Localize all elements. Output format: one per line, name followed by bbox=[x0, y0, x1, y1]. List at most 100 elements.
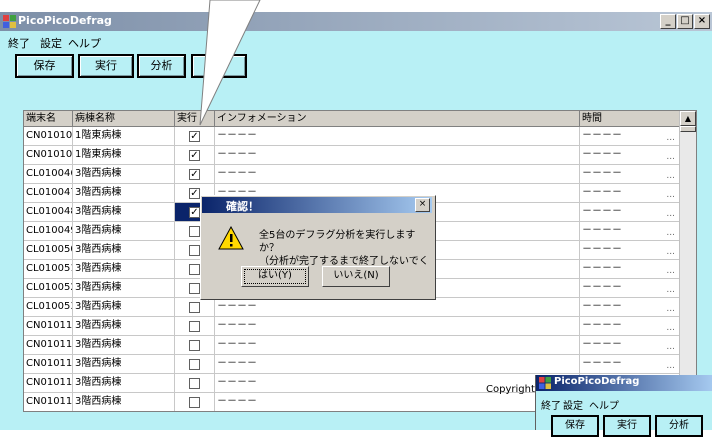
menu-exit[interactable]: 終了 bbox=[8, 35, 30, 51]
table-row[interactable]: CL010053 3階西病棟 －－－－ －－－－... bbox=[24, 298, 696, 317]
cell-terminal-name: CN010105 bbox=[24, 146, 73, 164]
cell-terminal-name: CN010115 bbox=[24, 317, 73, 335]
second-save-button[interactable]: 保存 bbox=[551, 415, 599, 437]
cell-execute bbox=[175, 374, 215, 392]
time-ellipsis: ... bbox=[666, 190, 675, 200]
table-row[interactable]: CN0101041階東病棟 ✓ －－－－－－－－... bbox=[24, 127, 696, 146]
cell-ward-name: 3階西病棟 bbox=[73, 184, 175, 202]
table-row[interactable]: CN0101173階西病棟 －－－－－－－－... bbox=[24, 355, 696, 374]
execute-checkbox[interactable]: ✓ bbox=[189, 207, 200, 218]
run-button[interactable]: 実行 bbox=[78, 54, 134, 78]
time-ellipsis: ... bbox=[666, 323, 675, 333]
execute-checkbox[interactable] bbox=[189, 302, 200, 313]
cell-execute: ✓ bbox=[175, 165, 215, 183]
cell-terminal-name: CL010049 bbox=[24, 222, 73, 240]
vertical-scrollbar[interactable]: ▲ bbox=[679, 111, 696, 411]
table-row[interactable]: CN0101163階西病棟 －－－－－－－－... bbox=[24, 336, 696, 355]
cell-ward-name: 3階西病棟 bbox=[73, 222, 175, 240]
cell-terminal-name: CN010117 bbox=[24, 355, 73, 373]
cell-ward-name: 3階西病棟 bbox=[73, 355, 175, 373]
no-button[interactable]: いいえ(N) bbox=[322, 266, 390, 287]
cell-terminal-name: CL010053 bbox=[24, 298, 73, 316]
time-ellipsis: ... bbox=[666, 152, 675, 162]
second-menu-exit[interactable]: 終了 bbox=[541, 397, 561, 412]
scroll-up-icon[interactable]: ▲ bbox=[680, 111, 696, 126]
cell-time: －－－－... bbox=[580, 355, 680, 373]
cell-terminal-name: CL010046 bbox=[24, 165, 73, 183]
execute-checkbox[interactable]: ✓ bbox=[189, 131, 200, 142]
cell-information: －－－－ bbox=[215, 393, 580, 411]
cell-terminal-name: CL010051 bbox=[24, 260, 73, 278]
second-analyze-button[interactable]: 分析 bbox=[655, 415, 703, 437]
execute-checkbox[interactable] bbox=[189, 264, 200, 275]
second-run-button[interactable]: 実行 bbox=[603, 415, 651, 437]
cell-time: －－－－... bbox=[580, 184, 680, 202]
time-value: －－－－ bbox=[582, 149, 622, 160]
second-window: PicoPicoDefrag 終了 設定 ヘルプ 保存 実行 分析 bbox=[535, 375, 712, 437]
cell-information: －－－－ bbox=[215, 317, 580, 335]
cell-ward-name: 3階西病棟 bbox=[73, 203, 175, 221]
time-value: －－－－ bbox=[582, 358, 622, 369]
execute-checkbox[interactable]: ✓ bbox=[189, 188, 200, 199]
maximize-button[interactable]: □ bbox=[677, 14, 693, 29]
execute-checkbox[interactable] bbox=[189, 321, 200, 332]
yes-button[interactable]: はい(Y) bbox=[241, 266, 309, 287]
dialog-title: 確認！ bbox=[226, 200, 259, 213]
cell-time: －－－－... bbox=[580, 203, 680, 221]
cell-information: －－－－ bbox=[215, 298, 580, 316]
execute-checkbox[interactable]: ✓ bbox=[189, 150, 200, 161]
second-menu-settings[interactable]: 設定 bbox=[563, 397, 583, 412]
time-value: －－－－ bbox=[582, 244, 622, 255]
cell-information: －－－－ bbox=[215, 127, 580, 145]
time-ellipsis: ... bbox=[666, 171, 675, 181]
execute-checkbox[interactable] bbox=[189, 378, 200, 389]
table-row[interactable]: CN0101051階東病棟 ✓ －－－－－－－－... bbox=[24, 146, 696, 165]
scroll-thumb[interactable] bbox=[680, 126, 696, 132]
table-row[interactable]: CN0101153階西病棟 －－－－－－－－... bbox=[24, 317, 696, 336]
cell-information: －－－－ bbox=[215, 146, 580, 164]
menu-help[interactable]: ヘルプ bbox=[68, 35, 101, 51]
cell-terminal-name: CN010104 bbox=[24, 127, 73, 145]
dialog-title-bar: 確認！ × bbox=[202, 197, 432, 213]
dialog-close-icon[interactable]: × bbox=[415, 198, 430, 212]
execute-checkbox[interactable] bbox=[189, 226, 200, 237]
app-icon bbox=[3, 15, 16, 28]
cell-information: －－－－ bbox=[215, 355, 580, 373]
time-ellipsis: ... bbox=[666, 133, 675, 143]
time-ellipsis: ... bbox=[666, 228, 675, 238]
close-button[interactable]: × bbox=[694, 14, 710, 29]
grid-header: 端末名 病棟名称 実行 インフォメーション 時間 bbox=[24, 111, 696, 127]
second-window-title: PicoPicoDefrag bbox=[554, 376, 640, 387]
warning-icon bbox=[218, 226, 244, 250]
execute-checkbox[interactable] bbox=[189, 340, 200, 351]
execute-checkbox[interactable] bbox=[189, 283, 200, 294]
second-window-title-bar: PicoPicoDefrag bbox=[536, 375, 712, 391]
minimize-button[interactable]: _ bbox=[660, 14, 676, 29]
time-value: －－－－ bbox=[582, 225, 622, 236]
save-button[interactable]: 保存 bbox=[15, 54, 74, 78]
col-ward-name[interactable]: 病棟名称 bbox=[73, 111, 175, 126]
time-value: －－－－ bbox=[582, 263, 622, 274]
cell-terminal-name: CL010050 bbox=[24, 241, 73, 259]
cell-time: －－－－... bbox=[580, 260, 680, 278]
table-row[interactable]: CL010046 3階西病棟 ✓ －－－－ －－－－... bbox=[24, 165, 696, 184]
app-icon bbox=[539, 377, 551, 389]
cell-execute bbox=[175, 336, 215, 354]
second-menu-help[interactable]: ヘルプ bbox=[589, 397, 619, 412]
menu-settings[interactable]: 設定 bbox=[40, 35, 62, 51]
time-value: －－－－ bbox=[582, 130, 622, 141]
menu-bar: 終了 設定 ヘルプ bbox=[0, 32, 712, 50]
execute-checkbox[interactable] bbox=[189, 245, 200, 256]
cell-ward-name: 3階西病棟 bbox=[73, 241, 175, 259]
col-information[interactable]: インフォメーション bbox=[215, 111, 580, 126]
time-value: －－－－ bbox=[582, 187, 622, 198]
col-time[interactable]: 時間 bbox=[580, 111, 680, 126]
cell-execute bbox=[175, 298, 215, 316]
cell-execute bbox=[175, 393, 215, 411]
execute-checkbox[interactable] bbox=[189, 397, 200, 408]
col-terminal-name[interactable]: 端末名 bbox=[24, 111, 73, 126]
execute-checkbox[interactable]: ✓ bbox=[189, 169, 200, 180]
cell-time: －－－－... bbox=[580, 279, 680, 297]
execute-checkbox[interactable] bbox=[189, 359, 200, 370]
cell-terminal-name: CN010118 bbox=[24, 374, 73, 392]
